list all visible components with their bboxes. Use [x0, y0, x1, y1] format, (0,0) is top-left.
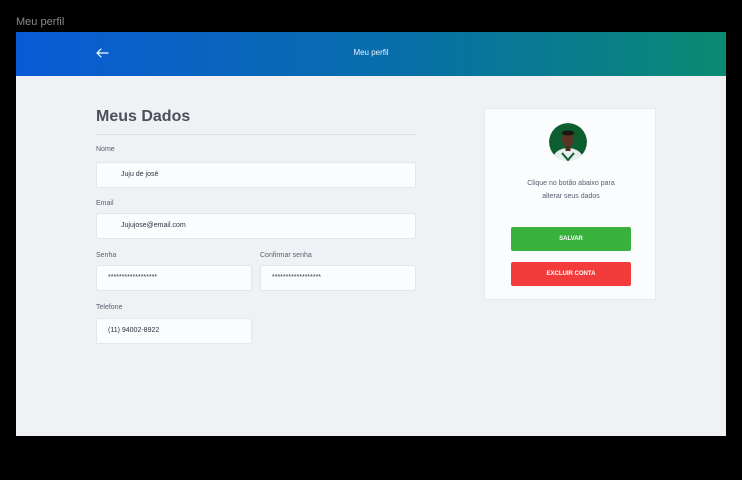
title-divider: [96, 134, 416, 135]
save-button[interactable]: SALVAR: [511, 227, 631, 251]
app-header: Meu perfil: [16, 32, 726, 76]
nome-field[interactable]: Juju de josé: [96, 162, 416, 188]
senha-label: Senha: [96, 252, 117, 259]
email-field[interactable]: Jujujose@email.com: [96, 213, 416, 239]
email-label: Email: [96, 200, 114, 207]
confirmar-senha-label: Confirmar senha: [260, 252, 312, 259]
delete-account-button[interactable]: EXCLUIR CONTA: [511, 262, 631, 286]
card-message-line2: alterar seus dados: [542, 193, 600, 200]
frame-label: Meu perfil: [16, 16, 65, 28]
form-title: Meus Dados: [96, 108, 191, 125]
user-avatar: [549, 123, 587, 161]
senha-field[interactable]: ******************: [96, 265, 252, 291]
card-message-line1: Clique no botão abaixo para: [527, 180, 615, 187]
telefone-field[interactable]: (11) 94002-8922: [96, 318, 252, 344]
profile-card: Clique no botão abaixo para alterar seus…: [484, 108, 656, 300]
telefone-label: Telefone: [96, 304, 123, 311]
header-title: Meu perfil: [353, 48, 389, 57]
profile-screen: Meu perfil Meus Dados Nome Juju de josé …: [16, 32, 726, 436]
confirmar-senha-field[interactable]: ******************: [260, 265, 416, 291]
nome-label: Nome: [96, 146, 115, 153]
